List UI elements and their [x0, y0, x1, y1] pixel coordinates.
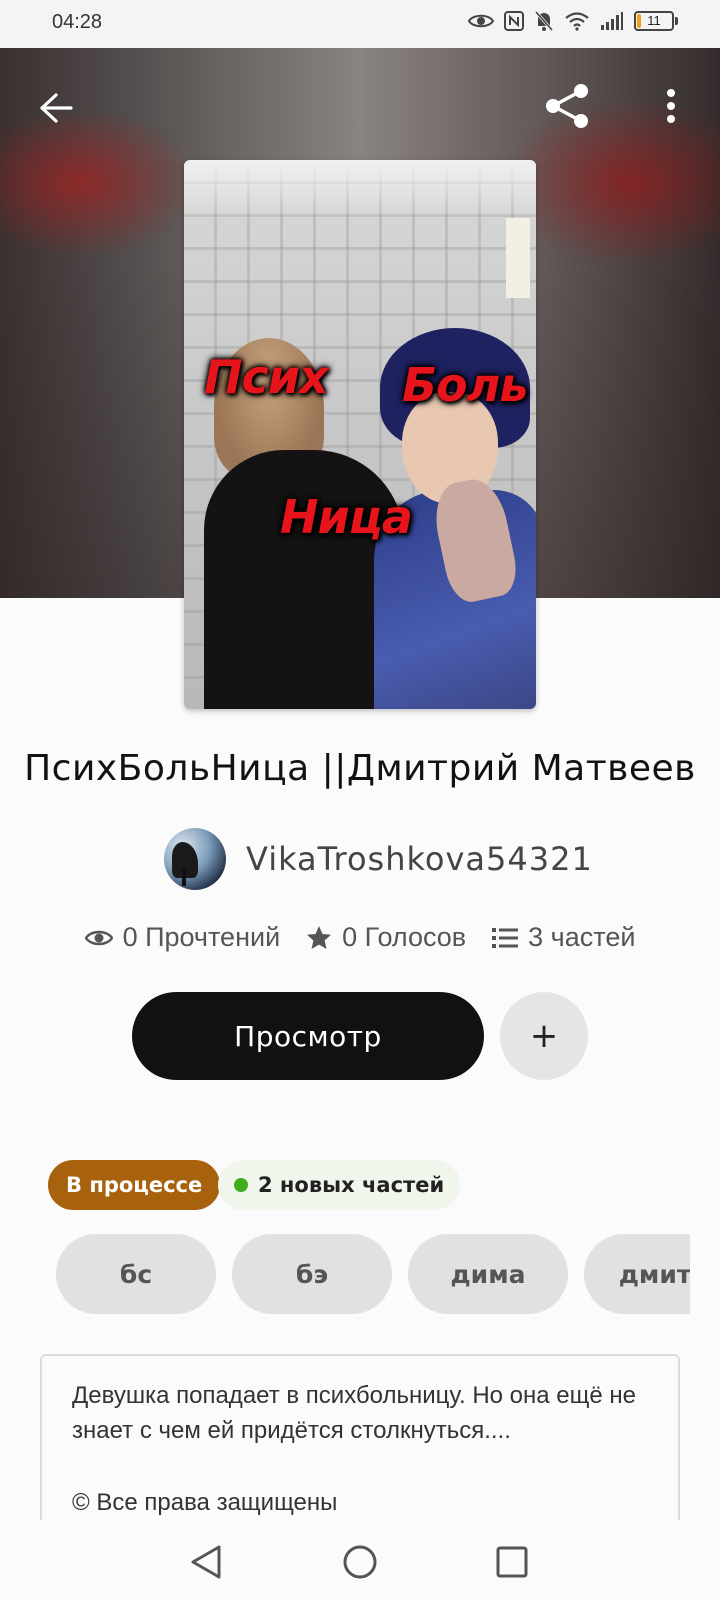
read-button[interactable]: Просмотр	[132, 992, 484, 1080]
votes-count: 0 Голосов	[342, 922, 467, 952]
system-navigation-bar	[0, 1520, 720, 1600]
author-avatar	[164, 828, 226, 890]
bell-off-icon	[534, 11, 554, 31]
signal-icon	[601, 12, 623, 30]
nav-home-button[interactable]	[338, 1540, 382, 1584]
parts-stat: 3 частей	[492, 922, 635, 953]
votes-stat: 0 Голосов	[306, 922, 466, 953]
cover-word: Псих	[204, 350, 329, 404]
copyright-text: © Все права защищены	[72, 1489, 338, 1516]
story-title: ПсихБольНица ||Дмитрий Матвеев	[24, 748, 696, 789]
more-vertical-icon	[667, 89, 675, 123]
nav-recents-button[interactable]	[490, 1540, 534, 1584]
new-parts-label: 2 новых частей	[258, 1173, 445, 1197]
eye-icon	[468, 14, 494, 28]
square-recents-icon	[496, 1546, 528, 1578]
reads-stat: 0 Прочтений	[84, 922, 281, 953]
description-text: Девушка попадает в психбольницу. Но она …	[72, 1382, 637, 1444]
arrow-left-icon	[40, 93, 73, 123]
reads-count: 0 Прочтений	[122, 922, 281, 952]
circle-home-icon	[343, 1545, 377, 1579]
triangle-back-icon	[191, 1545, 221, 1579]
status-time: 04:28	[52, 11, 103, 33]
battery-level: 11	[647, 13, 661, 28]
more-options-button[interactable]	[646, 78, 696, 134]
nfc-icon	[504, 11, 524, 31]
author-link[interactable]: VikaTroshkova54321	[164, 828, 593, 890]
share-icon	[546, 84, 588, 128]
status-bar: 04:28 11	[0, 0, 720, 48]
battery-icon: 11	[634, 11, 678, 31]
list-icon	[492, 927, 519, 948]
back-button[interactable]	[28, 80, 84, 136]
tag-chip[interactable]: бэ	[232, 1234, 392, 1314]
author-name: VikaTroshkova54321	[246, 840, 593, 878]
parts-count: 3 частей	[528, 922, 636, 952]
story-cover[interactable]: Псих Боль Ница	[184, 160, 536, 709]
share-button[interactable]	[538, 76, 598, 136]
nav-back-button[interactable]	[184, 1540, 228, 1584]
new-parts-badge: 2 новых частей	[218, 1160, 461, 1210]
cover-word: Боль	[402, 358, 528, 412]
tag-chip[interactable]: бс	[56, 1234, 216, 1314]
tag-chip[interactable]: дмитр	[584, 1234, 690, 1314]
new-indicator-dot	[234, 1178, 248, 1192]
wifi-icon	[565, 12, 589, 31]
status-badge: В процессе	[48, 1160, 221, 1210]
star-icon	[307, 925, 332, 949]
story-stats: 0 Прочтений 0 Голосов 3 частей	[0, 922, 720, 953]
cover-word: Ница	[280, 490, 413, 544]
status-icons: 11	[468, 10, 678, 32]
tag-chip[interactable]: дима	[408, 1234, 568, 1314]
tag-list[interactable]: бс бэ дима дмитр	[56, 1234, 690, 1314]
add-to-library-button[interactable]: +	[500, 992, 588, 1080]
eye-icon	[84, 930, 113, 945]
